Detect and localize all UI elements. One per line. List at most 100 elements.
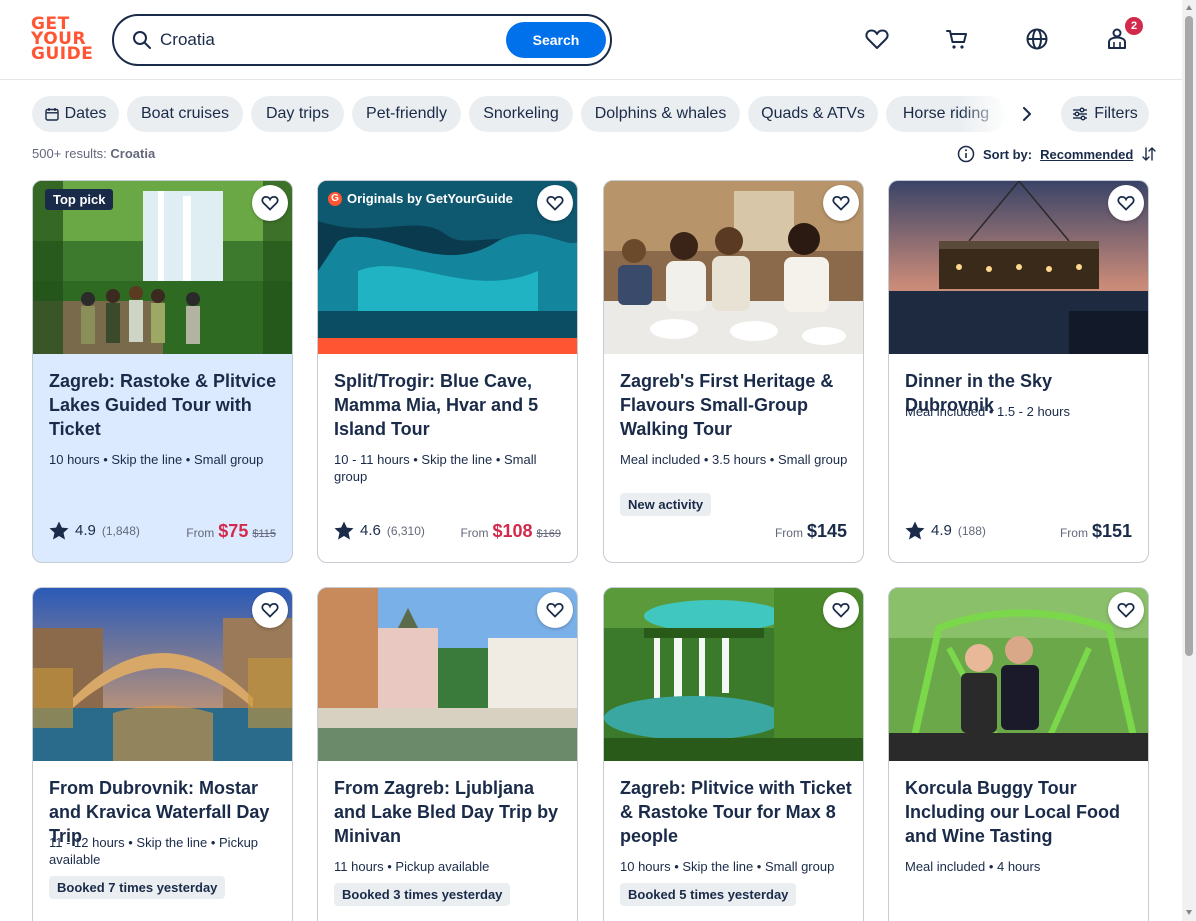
activity-card[interactable]: From Zagreb: Ljubljana and Lake Bled Day… [317,587,578,921]
sort-arrows-icon[interactable] [1141,146,1157,162]
chip-pet-friendly[interactable]: Pet-friendly [352,96,461,132]
price: From $75 $115 [186,521,276,542]
activity-title[interactable]: Zagreb: Plitvice with Ticket & Rastoke T… [620,776,852,848]
rating-value: 4.9 [75,522,96,539]
getyourguide-logo[interactable]: GET YOUR GUIDE [31,16,94,64]
activity-card[interactable]: From Dubrovnik: Mostar and Kravica Water… [32,587,293,921]
activity-meta: Meal included • 1.5 - 2 hours [905,404,1070,419]
heart-icon[interactable] [537,592,573,628]
top-header: GET YOUR GUIDE Search 2 [0,0,1182,80]
activity-title[interactable]: Split/Trogir: Blue Cave, Mamma Mia, Hvar… [334,369,566,441]
chip-boat-cruises[interactable]: Boat cruises [127,96,243,132]
filters-button[interactable]: Filters [1061,96,1149,132]
results-query: Croatia [110,146,156,161]
activity-title[interactable]: Zagreb's First Heritage & Flavours Small… [620,369,852,441]
heart-icon[interactable] [823,592,859,628]
price-current: $145 [806,521,847,541]
top-pick-badge: Top pick [45,189,114,210]
scroll-up-arrow-icon[interactable] [1185,4,1193,12]
scroll-down-arrow-icon[interactable] [1185,908,1193,916]
booked-badge: Booked 7 times yesterday [49,876,226,899]
booked-badge: Booked 5 times yesterday [620,883,797,906]
chevron-right-icon[interactable] [1014,102,1040,126]
booked-badge: Booked 3 times yesterday [334,883,511,906]
activity-card[interactable]: G Originals by GetYourGuide Split/Trogir… [317,180,578,563]
activity-card[interactable]: Top pick Zagreb: Rastoke & Plitvice Lake… [32,180,293,563]
price-original: $115 [252,528,276,540]
heart-icon[interactable] [823,185,859,221]
chip-label: Day trips [265,105,330,122]
originals-bar [318,338,577,354]
star-icon [49,521,69,540]
price-from-label: From [460,526,489,540]
filters-label: Filters [1094,105,1138,122]
sort-control: Sort by: Recommended [957,144,1157,164]
originals-logo-icon: G [328,191,342,206]
rating: 4.9 (1,848) [49,521,140,540]
search-bar: Search [112,14,612,66]
globe-icon[interactable] [1024,26,1050,52]
price-current: $108 [492,521,533,541]
activity-title[interactable]: Zagreb: Rastoke & Plitvice Lakes Guided … [49,369,281,441]
chip-quads-atvs[interactable]: Quads & ATVs [748,96,878,132]
chip-snorkeling[interactable]: Snorkeling [469,96,573,132]
activity-title[interactable]: From Zagreb: Ljubljana and Lake Bled Day… [334,776,566,848]
activity-title[interactable]: Korcula Buggy Tour Including our Local F… [905,776,1137,848]
heart-icon[interactable] [1108,185,1144,221]
activity-card[interactable]: Dinner in the Sky Dubrovnik Meal include… [888,180,1149,563]
info-icon[interactable] [957,145,975,163]
activity-meta: 10 hours • Skip the line • Small group [620,859,835,874]
activity-card[interactable]: Zagreb: Plitvice with Ticket & Rastoke T… [603,587,864,921]
sort-value[interactable]: Recommended [1040,147,1133,162]
chip-day-trips[interactable]: Day trips [251,96,344,132]
rating-value: 4.6 [360,522,381,539]
heart-icon[interactable] [252,592,288,628]
star-icon [334,521,354,540]
rating: 4.6 (6,310) [334,521,425,540]
heart-icon[interactable] [252,185,288,221]
activity-card[interactable]: Korcula Buggy Tour Including our Local F… [888,587,1149,921]
calendar-icon [44,108,59,121]
activity-card[interactable]: Zagreb's First Heritage & Flavours Small… [603,180,864,563]
scrollbar-thumb[interactable] [1185,16,1193,656]
activity-meta: 10 - 11 hours • Skip the line • Small gr… [334,452,537,484]
star-icon [905,521,925,540]
price-current: $151 [1091,521,1132,541]
activity-meta: 11 - 12 hours • Skip the line • Pickup a… [49,835,259,867]
price: From $108 $169 [460,521,561,542]
results-count: 500+ results: Croatia [32,146,155,161]
activity-meta: Meal included • 4 hours [905,859,1041,874]
review-count: (1,848) [101,523,140,538]
price-from-label: From [186,526,215,540]
originals-label: Originals by GetYourGuide [347,191,513,206]
filters-icon [1073,107,1088,121]
logo-line-3: GUIDE [31,44,94,64]
chip-label: Snorkeling [483,105,559,122]
search-icon [133,31,151,49]
chip-label: Dolphins & whales [594,105,727,122]
chip-label: Pet-friendly [366,105,447,122]
price: From $151 [1060,521,1132,542]
search-input[interactable] [160,26,500,54]
price-original: $169 [536,528,561,540]
review-count: (6,310) [386,523,425,538]
chip-dolphins-whales[interactable]: Dolphins & whales [581,96,740,132]
activity-meta: 11 hours • Pickup available [334,859,490,874]
heart-icon[interactable] [1108,592,1144,628]
activity-meta: 10 hours • Skip the line • Small group [49,452,264,467]
price-from-label: From [774,526,803,540]
price-from-label: From [1059,526,1088,540]
cart-icon[interactable] [944,26,970,52]
sort-label: Sort by: [983,146,1033,162]
results-count-label: 500+ results: [32,146,107,161]
chip-dates[interactable]: Dates [32,96,119,132]
price-current: $75 [218,521,249,541]
review-count: (188) [957,523,986,538]
chip-label: Dates [64,105,107,122]
originals-badge: G Originals by GetYourGuide [328,191,513,206]
chip-label: Boat cruises [140,105,230,122]
heart-icon[interactable] [537,185,573,221]
rating-value: 4.9 [931,522,952,539]
search-button[interactable]: Search [506,22,606,58]
heart-icon[interactable] [864,26,890,52]
